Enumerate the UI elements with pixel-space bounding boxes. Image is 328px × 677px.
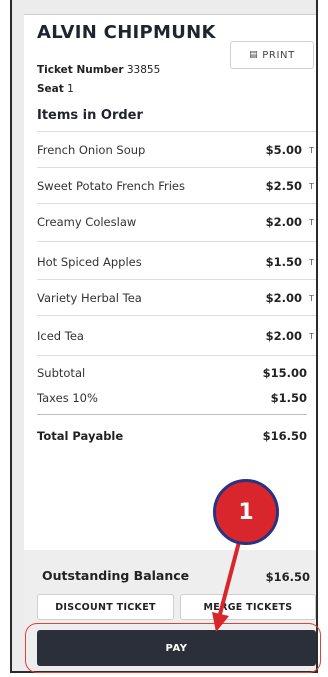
seat-label: Seat — [37, 83, 64, 95]
tax-flag: T — [309, 293, 314, 303]
total-label: Total Payable — [37, 429, 124, 443]
list-item[interactable]: Creamy Coleslaw $2.00 T — [37, 205, 316, 239]
divider — [37, 279, 316, 280]
seat-info: Seat 1 — [37, 83, 74, 95]
pay-button[interactable]: PAY — [37, 630, 316, 666]
divider — [37, 355, 316, 356]
item-price: $1.50 — [265, 255, 302, 269]
outstanding-balance-row: Outstanding Balance $16.50 — [42, 568, 310, 584]
taxes-value: $1.50 — [270, 391, 307, 405]
divider — [37, 131, 316, 132]
ticket-number: Ticket Number 33855 — [37, 64, 160, 76]
divider — [37, 203, 316, 204]
item-name: French Onion Soup — [37, 143, 146, 157]
list-item[interactable]: Iced Tea $2.00 T — [37, 319, 316, 353]
tax-flag: T — [309, 217, 314, 227]
subtotal-row: Subtotal $15.00 — [37, 366, 307, 380]
item-price: $2.00 — [265, 291, 302, 305]
divider — [37, 241, 316, 242]
divider — [37, 167, 316, 168]
item-price: $2.50 — [265, 179, 302, 193]
item-name: Hot Spiced Apples — [37, 255, 142, 269]
ticket-number-value: 33855 — [126, 64, 161, 76]
taxes-label: Taxes 10% — [37, 391, 98, 405]
outstanding-value: $16.50 — [265, 570, 310, 584]
printer-icon: ▤ — [249, 50, 259, 60]
print-label: PRINT — [262, 49, 295, 61]
list-item[interactable]: Sweet Potato French Fries $2.50 T — [37, 169, 316, 203]
total-value: $16.50 — [262, 429, 307, 443]
divider — [37, 414, 307, 415]
discount-ticket-button[interactable]: DISCOUNT TICKET — [37, 594, 174, 620]
list-item[interactable]: Variety Herbal Tea $2.00 T — [37, 281, 316, 315]
item-name: Variety Herbal Tea — [37, 291, 142, 305]
list-item[interactable]: Hot Spiced Apples $1.50 T — [37, 245, 316, 279]
tax-flag: T — [309, 257, 314, 267]
list-item[interactable]: French Onion Soup $5.00 T — [37, 133, 316, 167]
item-name: Creamy Coleslaw — [37, 215, 137, 229]
taxes-row: Taxes 10% $1.50 — [37, 391, 307, 405]
item-price: $2.00 — [265, 329, 302, 343]
step-callout: 1 — [213, 479, 279, 545]
print-button[interactable]: ▤ PRINT — [230, 41, 314, 69]
merge-tickets-button[interactable]: MERGE TICKETS — [180, 594, 316, 620]
item-price: $5.00 — [265, 143, 302, 157]
subtotal-value: $15.00 — [262, 366, 307, 380]
ticket-number-label: Ticket Number — [37, 64, 124, 76]
items-title: Items in Order — [37, 108, 143, 123]
total-row: Total Payable $16.50 — [37, 429, 307, 443]
step-number: 1 — [238, 499, 254, 525]
subtotal-label: Subtotal — [37, 366, 86, 380]
divider — [37, 315, 316, 316]
tax-flag: T — [309, 331, 314, 341]
item-name: Sweet Potato French Fries — [37, 179, 185, 193]
outstanding-label: Outstanding Balance — [42, 568, 190, 583]
tax-flag: T — [309, 145, 314, 155]
seat-value: 1 — [67, 83, 74, 95]
item-price: $2.00 — [265, 215, 302, 229]
item-name: Iced Tea — [37, 329, 84, 343]
customer-name: ALVIN CHIPMUNK — [37, 22, 216, 43]
tax-flag: T — [309, 181, 314, 191]
